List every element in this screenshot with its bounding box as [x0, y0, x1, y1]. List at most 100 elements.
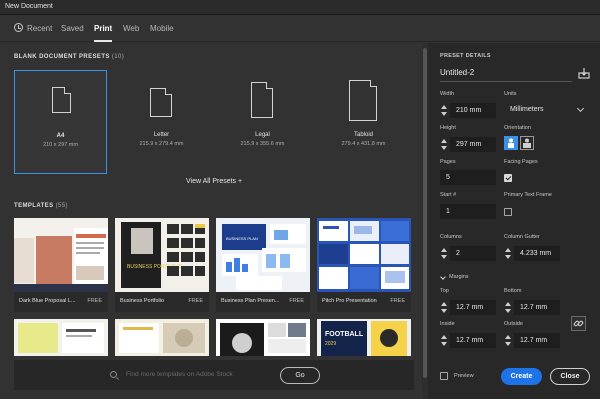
preset-letter[interactable]: Letter 215.9 x 279.4 mm [115, 70, 208, 174]
preset-a4[interactable]: A4 210 x 297 mm [14, 70, 107, 174]
preset-name: Tabloid [353, 132, 373, 138]
template-thumbnail-row2-2[interactable] [115, 319, 209, 356]
view-all-presets-link[interactable]: View All Presets + [186, 178, 242, 185]
top-margin-field[interactable]: 12.7 mm [450, 300, 496, 315]
preset-size: 210 x 297 mm [43, 142, 78, 148]
units-value: Millimeters [510, 106, 544, 113]
template-thumbnail [14, 218, 108, 292]
tab-print[interactable]: Print [94, 24, 112, 33]
blank-presets-heading: BLANK DOCUMENT PRESETS (10) [14, 54, 124, 60]
template-dark-blue-proposal[interactable]: Dark Blue Proposal L... FREE [14, 218, 108, 312]
preview-label: Preview [454, 373, 474, 379]
column-gutter-field[interactable]: 4.233 mm [514, 246, 560, 261]
preset-details-heading: PRESET DETAILS [440, 53, 491, 59]
free-badge: FREE [390, 298, 405, 304]
thumb-plan-text: BUSINESS PLAN [226, 236, 258, 241]
height-label: Height [440, 125, 456, 131]
link-margins-button[interactable] [571, 316, 586, 331]
bottom-margin-field[interactable]: 12.7 mm [514, 300, 560, 315]
template-name: Business Plan Presen... [221, 298, 280, 304]
width-field[interactable]: 210 mm [450, 103, 496, 118]
preset-name: A4 [56, 133, 65, 139]
document-icon [251, 82, 273, 118]
height-field[interactable]: 297 mm [450, 137, 496, 152]
template-thumbnail-row2-1[interactable] [14, 319, 108, 356]
create-button[interactable]: Create [501, 368, 542, 385]
templates-count: (55) [55, 203, 68, 209]
template-name: Pitch Pro Presentation [322, 298, 377, 304]
template-thumbnail: BUSINESS PORTFOLIO [115, 218, 209, 292]
columns-spinner-icon[interactable] [441, 246, 447, 261]
margins-label[interactable]: Margins [449, 274, 469, 280]
facing-pages-checkbox[interactable] [504, 174, 512, 182]
template-business-portfolio[interactable]: BUSINESS PORTFOLIO Business Portfolio FR… [115, 218, 209, 312]
document-icon [52, 87, 71, 113]
template-pitch-pro[interactable]: Pitch Pro Presentation FREE [317, 218, 411, 312]
presets-area: BLANK DOCUMENT PRESETS (10) A4 210 x 297… [0, 43, 428, 399]
active-tab-indicator [94, 40, 112, 42]
go-button[interactable]: Go [280, 367, 320, 384]
template-thumbnail: FOOTBALL 2029 [317, 319, 411, 356]
stock-search-bar: Find more templates on Adobe Stock [14, 360, 414, 390]
close-button[interactable]: Close [550, 368, 590, 385]
columns-field[interactable]: 2 [450, 246, 496, 261]
templates-heading-text: TEMPLATES [14, 203, 54, 209]
stock-search-input[interactable]: Find more templates on Adobe Stock [126, 371, 233, 378]
columns-label: Columns [440, 234, 462, 240]
landscape-icon [523, 138, 531, 148]
blank-presets-count: (10) [111, 54, 125, 60]
preset-size: 215.9 x 279.4 mm [139, 141, 184, 147]
document-name-field[interactable]: Untitled-2 [440, 68, 572, 82]
tab-recent[interactable]: Recent [27, 24, 52, 33]
tab-saved[interactable]: Saved [61, 24, 84, 33]
portrait-icon [508, 138, 514, 148]
bottom-margin-label: Bottom [504, 288, 522, 294]
inside-margin-field[interactable]: 12.7 mm [450, 333, 496, 348]
preset-size: 215.9 x 355.6 mm [240, 141, 285, 147]
preset-legal[interactable]: Legal 215.9 x 355.6 mm [216, 70, 309, 174]
template-thumbnail [115, 319, 209, 356]
column-gutter-spinner-icon[interactable] [505, 246, 511, 261]
tab-web[interactable]: Web [123, 24, 139, 33]
template-name: Business Portfolio [120, 298, 165, 304]
orientation-label: Orientation [504, 125, 531, 131]
preset-tabloid[interactable]: Tabloid 279.4 x 431.8 mm [317, 70, 410, 174]
free-badge: FREE [87, 298, 102, 304]
template-thumbnail-row2-4[interactable]: FOOTBALL 2029 [317, 319, 411, 356]
clock-icon [14, 23, 23, 32]
document-icon [150, 88, 172, 117]
start-page-field[interactable]: 1 [440, 204, 496, 219]
outside-margin-spinner-icon[interactable] [505, 333, 511, 348]
template-business-plan[interactable]: BUSINESS PLAN Business Plan Presen... FR… [216, 218, 310, 312]
outside-margin-label: Outside [504, 321, 523, 327]
bottom-margin-spinner-icon[interactable] [505, 300, 511, 315]
portrait-orientation-button[interactable] [504, 136, 518, 150]
thumb-year-text: 2029 [325, 341, 336, 347]
save-preset-icon[interactable] [578, 67, 590, 79]
facing-pages-label: Facing Pages [504, 159, 538, 165]
preset-size: 279.4 x 431.8 mm [341, 141, 386, 147]
inside-margin-spinner-icon[interactable] [441, 333, 447, 348]
outside-margin-field[interactable]: 12.7 mm [514, 333, 560, 348]
template-name: Dark Blue Proposal L... [19, 298, 76, 304]
thumb-football-text: FOOTBALL [325, 331, 364, 338]
pages-field[interactable]: 5 [440, 170, 496, 185]
tab-mobile[interactable]: Mobile [150, 24, 174, 33]
height-spinner-icon[interactable] [441, 137, 447, 152]
chevron-down-icon[interactable] [440, 274, 446, 280]
template-thumbnail-row2-3[interactable] [216, 319, 310, 356]
units-label: Units [504, 91, 517, 97]
width-spinner-icon[interactable] [441, 103, 447, 118]
top-margin-label: Top [440, 288, 449, 294]
primary-text-frame-checkbox[interactable] [504, 208, 512, 216]
width-label: Width [440, 91, 455, 97]
start-page-label: Start # [440, 192, 457, 198]
preset-name: Letter [153, 132, 170, 138]
preview-checkbox[interactable] [440, 372, 448, 380]
inside-margin-label: Inside [440, 321, 455, 327]
window-titlebar: New Document [0, 0, 600, 15]
landscape-orientation-button[interactable] [520, 136, 534, 150]
free-badge: FREE [289, 298, 304, 304]
scrollbar-thumb[interactable] [423, 48, 427, 378]
top-margin-spinner-icon[interactable] [441, 300, 447, 315]
